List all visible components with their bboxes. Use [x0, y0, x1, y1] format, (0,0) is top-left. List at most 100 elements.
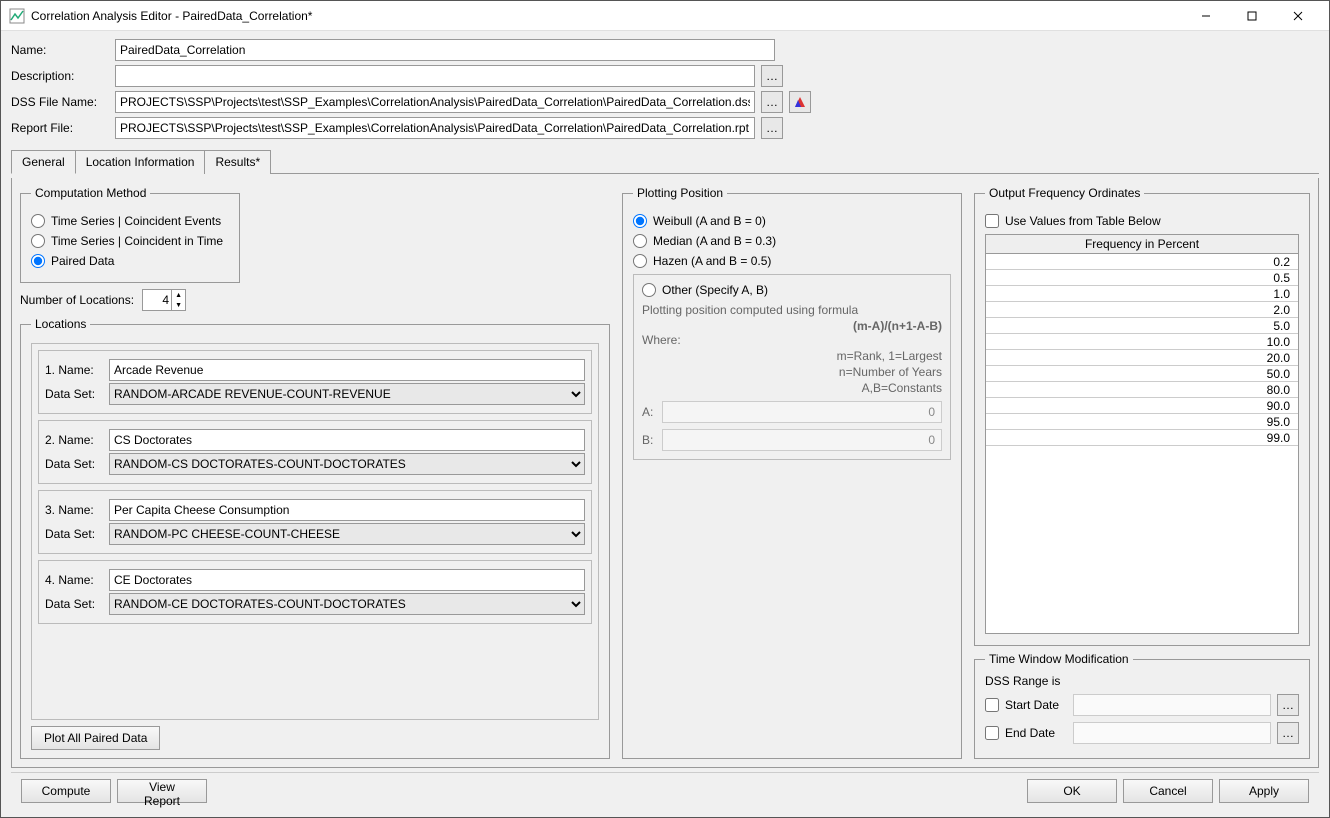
output-frequency-group: Output Frequency Ordinates Use Values fr… [974, 186, 1310, 646]
start-date-input[interactable] [1073, 694, 1271, 716]
freq-row[interactable]: 95.0 [986, 414, 1298, 430]
num-locations-label: Number of Locations: [20, 293, 134, 307]
use-values-checkbox[interactable] [985, 214, 999, 228]
view-report-button[interactable]: View Report [117, 779, 207, 803]
description-ellipsis-button[interactable]: … [761, 65, 783, 87]
spinner-down-icon[interactable]: ▼ [171, 300, 185, 310]
name-label: Name: [11, 43, 109, 57]
report-browse-button[interactable]: … [761, 117, 783, 139]
a-input [662, 401, 942, 423]
tab-general[interactable]: General [11, 150, 76, 174]
frequency-table-header: Frequency in Percent [986, 235, 1298, 254]
report-file-label: Report File: [11, 121, 109, 135]
location-3-name-input[interactable] [109, 499, 585, 521]
time-window-group: Time Window Modification DSS Range is St… [974, 652, 1310, 759]
output-frequency-legend: Output Frequency Ordinates [985, 186, 1144, 200]
location-item-4: 4. Name: Data Set:RANDOM-CE DOCTORATES-C… [38, 560, 592, 624]
freq-row[interactable]: 0.2 [986, 254, 1298, 270]
locations-list: 1. Name: Data Set:RANDOM-ARCADE REVENUE-… [31, 343, 599, 720]
radio-other[interactable] [642, 283, 656, 297]
report-file-input[interactable] [115, 117, 755, 139]
name-input[interactable] [115, 39, 775, 61]
cancel-button[interactable]: Cancel [1123, 779, 1213, 803]
computation-method-legend: Computation Method [31, 186, 150, 200]
location-3-dataset-select[interactable]: RANDOM-PC CHEESE-COUNT-CHEESE [109, 523, 585, 545]
ok-button[interactable]: OK [1027, 779, 1117, 803]
close-button[interactable] [1275, 2, 1321, 30]
freq-row[interactable]: 50.0 [986, 366, 1298, 382]
location-item-2: 2. Name: Data Set:RANDOM-CS DOCTORATES-C… [38, 420, 592, 484]
computation-method-group: Computation Method Time Series | Coincid… [20, 186, 240, 283]
window-title: Correlation Analysis Editor - PairedData… [31, 9, 1183, 23]
location-4-name-input[interactable] [109, 569, 585, 591]
dss-file-input[interactable] [115, 91, 755, 113]
compute-button[interactable]: Compute [21, 779, 111, 803]
apply-button[interactable]: Apply [1219, 779, 1309, 803]
end-date-input[interactable] [1073, 722, 1271, 744]
dss-plot-icon[interactable] [789, 91, 811, 113]
tab-results[interactable]: Results* [204, 150, 271, 174]
radio-other-label: Other (Specify A, B) [662, 283, 768, 297]
frequency-table[interactable]: Frequency in Percent 0.2 0.5 1.0 2.0 5.0… [985, 234, 1299, 634]
radio-coincident-events-label: Time Series | Coincident Events [51, 214, 221, 228]
freq-row[interactable]: 20.0 [986, 350, 1298, 366]
time-window-legend: Time Window Modification [985, 652, 1133, 666]
freq-row[interactable]: 80.0 [986, 382, 1298, 398]
freq-row[interactable]: 99.0 [986, 430, 1298, 446]
location-item-3: 3. Name: Data Set:RANDOM-PC CHEESE-COUNT… [38, 490, 592, 554]
locations-group: Locations 1. Name: Data Set:RANDOM-ARCAD… [20, 317, 610, 759]
location-2-dataset-select[interactable]: RANDOM-CS DOCTORATES-COUNT-DOCTORATES [109, 453, 585, 475]
num-locations-input[interactable] [143, 291, 171, 309]
title-bar: Correlation Analysis Editor - PairedData… [1, 1, 1329, 31]
dss-file-label: DSS File Name: [11, 95, 109, 109]
radio-hazen-label: Hazen (A and B = 0.5) [653, 254, 771, 268]
radio-weibull[interactable] [633, 214, 647, 228]
formula-line2: n=Number of Years [642, 365, 942, 379]
formula-where: Where: [642, 333, 942, 347]
freq-row[interactable]: 0.5 [986, 270, 1298, 286]
location-item-1: 1. Name: Data Set:RANDOM-ARCADE REVENUE-… [38, 350, 592, 414]
radio-weibull-label: Weibull (A and B = 0) [653, 214, 766, 228]
dss-browse-button[interactable]: … [761, 91, 783, 113]
location-1-name-input[interactable] [109, 359, 585, 381]
freq-row[interactable]: 10.0 [986, 334, 1298, 350]
formula-desc: Plotting position computed using formula [642, 303, 942, 317]
use-values-label: Use Values from Table Below [1005, 214, 1161, 228]
tab-location-information[interactable]: Location Information [75, 150, 206, 174]
formula-line3: A,B=Constants [642, 381, 942, 395]
start-date-checkbox[interactable] [985, 698, 999, 712]
maximize-button[interactable] [1229, 2, 1275, 30]
location-1-dataset-select[interactable]: RANDOM-ARCADE REVENUE-COUNT-REVENUE [109, 383, 585, 405]
plot-all-paired-data-button[interactable]: Plot All Paired Data [31, 726, 160, 750]
description-label: Description: [11, 69, 109, 83]
radio-paired-data[interactable] [31, 254, 45, 268]
end-date-browse-button[interactable]: … [1277, 722, 1299, 744]
radio-hazen[interactable] [633, 254, 647, 268]
b-input [662, 429, 942, 451]
tab-bar: General Location Information Results* [11, 149, 1319, 174]
end-date-label: End Date [1005, 726, 1067, 740]
freq-row[interactable]: 1.0 [986, 286, 1298, 302]
description-input[interactable] [115, 65, 755, 87]
radio-coincident-in-time[interactable] [31, 234, 45, 248]
freq-row[interactable]: 2.0 [986, 302, 1298, 318]
radio-coincident-events[interactable] [31, 214, 45, 228]
location-4-dataset-select[interactable]: RANDOM-CE DOCTORATES-COUNT-DOCTORATES [109, 593, 585, 615]
tab-page-general: Computation Method Time Series | Coincid… [11, 178, 1319, 768]
start-date-browse-button[interactable]: … [1277, 694, 1299, 716]
end-date-checkbox[interactable] [985, 726, 999, 740]
radio-median[interactable] [633, 234, 647, 248]
spinner-up-icon[interactable]: ▲ [171, 290, 185, 300]
num-locations-spinner[interactable]: ▲ ▼ [142, 289, 186, 311]
freq-row[interactable]: 5.0 [986, 318, 1298, 334]
plotting-position-group: Plotting Position Weibull (A and B = 0) … [622, 186, 962, 759]
locations-legend: Locations [31, 317, 90, 331]
start-date-label: Start Date [1005, 698, 1067, 712]
formula-text: (m-A)/(n+1-A-B) [642, 319, 942, 333]
location-2-name-input[interactable] [109, 429, 585, 451]
minimize-button[interactable] [1183, 2, 1229, 30]
radio-paired-data-label: Paired Data [51, 254, 114, 268]
formula-line1: m=Rank, 1=Largest [642, 349, 942, 363]
plotting-position-legend: Plotting Position [633, 186, 727, 200]
freq-row[interactable]: 90.0 [986, 398, 1298, 414]
